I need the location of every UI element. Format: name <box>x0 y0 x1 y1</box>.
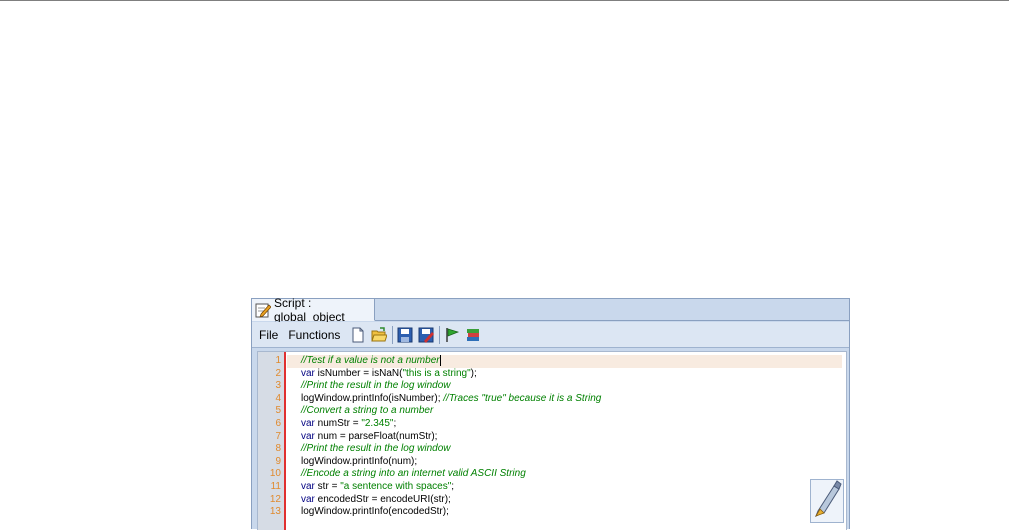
code-token: var <box>301 480 315 492</box>
code-token: //Encode a string into an internet valid… <box>301 468 526 480</box>
code-token: ); <box>470 367 477 379</box>
toolbar-separator <box>392 325 394 344</box>
code-token: var <box>301 430 315 442</box>
code-token: //Test if a value is not a number <box>301 355 440 367</box>
line-number: 10 <box>269 468 281 480</box>
open-folder-icon[interactable] <box>371 326 389 343</box>
code-token: "this is a string" <box>402 367 471 379</box>
code-line[interactable]: //Print the result in the log window <box>301 443 842 456</box>
code-area[interactable]: //Test if a value is not a number var isN… <box>287 355 842 519</box>
library-books-icon[interactable] <box>465 327 481 343</box>
code-line[interactable]: //Convert a string to a number <box>301 405 842 418</box>
script-edit-icon <box>255 302 272 318</box>
tabbar-divider <box>375 320 849 321</box>
line-number: 5 <box>275 405 281 417</box>
code-line[interactable]: logWindow.printInfo(num); <box>301 456 842 469</box>
code-token: numStr = <box>314 417 362 429</box>
code-line[interactable]: logWindow.printInfo(isNumber); //Traces … <box>301 393 842 406</box>
pen-icon-button[interactable] <box>810 479 844 523</box>
code-token: encodedStr = encodeURI(str); <box>314 493 451 505</box>
line-number-gutter: 1 2 3 4 5 6 7 8 9 10 11 12 13 <box>258 352 284 530</box>
save-as-icon[interactable] <box>418 327 435 343</box>
code-line[interactable]: //Print the result in the log window <box>301 380 842 393</box>
script-editor-window: Script : global_object File Functions 1 … <box>251 295 850 530</box>
margin-marker <box>284 352 286 530</box>
code-token: var <box>301 417 315 429</box>
line-number: 7 <box>275 430 281 442</box>
save-icon[interactable] <box>397 327 413 343</box>
code-token: var <box>301 493 315 505</box>
editor-toolbar: File Functions <box>252 322 849 348</box>
code-line[interactable]: var numStr = "2.345"; <box>301 418 842 431</box>
line-number: 1 <box>275 355 281 366</box>
code-token: var <box>301 367 315 379</box>
code-token: ; <box>393 417 397 429</box>
code-token: //Print the result in the log window <box>301 380 451 392</box>
new-document-icon[interactable] <box>350 327 366 343</box>
code-line[interactable]: var isNumber = isNaN("this is a string")… <box>301 368 842 381</box>
code-token: //Convert a string to a number <box>301 405 434 417</box>
line-number: 13 <box>269 506 281 518</box>
line-number: 12 <box>269 493 281 505</box>
text-caret <box>439 355 441 366</box>
tab-label: Script : global_object <box>274 295 345 324</box>
top-divider <box>0 0 1009 1</box>
code-token: isNumber = isNaN( <box>314 367 403 379</box>
code-token: logWindow.printInfo(num); <box>301 455 418 467</box>
code-token: //Print the result in the log window <box>301 443 451 455</box>
code-token: num = parseFloat(numStr); <box>314 430 438 442</box>
code-line[interactable]: //Encode a string into an internet valid… <box>301 468 842 481</box>
functions-menu[interactable]: Functions <box>288 328 340 342</box>
toolbar-separator <box>439 325 441 344</box>
line-number: 2 <box>275 367 281 379</box>
run-flag-icon[interactable] <box>444 327 460 343</box>
fountain-pen-icon <box>812 479 842 523</box>
code-token: "2.345" <box>361 417 394 429</box>
code-line[interactable]: var encodedStr = encodeURI(str); <box>301 494 842 507</box>
code-line[interactable]: var num = parseFloat(numStr); <box>301 431 842 444</box>
code-token: logWindow.printInfo(isNumber); <box>301 392 444 404</box>
tab-script[interactable]: Script : global_object <box>252 295 375 324</box>
line-number: 8 <box>275 443 281 455</box>
line-number: 3 <box>275 380 281 392</box>
code-token: "a sentence with spaces" <box>340 480 452 492</box>
line-number: 9 <box>275 455 281 467</box>
code-token: str = <box>314 480 341 492</box>
code-token: //Traces "true" because it is a String <box>443 392 602 404</box>
code-line[interactable]: //Test if a value is not a number <box>287 355 842 368</box>
code-editor[interactable]: 1 2 3 4 5 6 7 8 9 10 11 12 13 //Test if a value is n… <box>257 351 847 530</box>
code-token: logWindow.printInfo(encodedStr); <box>301 506 449 518</box>
line-number: 4 <box>275 392 281 404</box>
line-number: 6 <box>275 417 281 429</box>
line-number: 11 <box>270 480 281 492</box>
code-token: ; <box>451 480 455 492</box>
code-line[interactable]: var str = "a sentence with spaces"; <box>301 481 842 494</box>
file-menu[interactable]: File <box>259 328 278 342</box>
code-line[interactable]: logWindow.printInfo(encodedStr); <box>301 506 842 519</box>
